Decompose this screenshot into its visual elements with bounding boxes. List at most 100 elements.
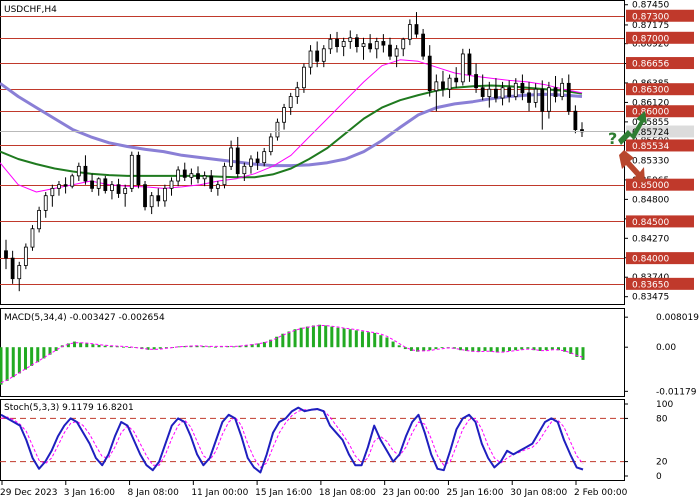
level-label: 0.85000 [632, 181, 669, 191]
candle-body[interactable] [50, 187, 55, 197]
candle-body[interactable] [136, 154, 141, 186]
candle-body[interactable] [103, 178, 108, 191]
candle-body[interactable] [70, 175, 75, 187]
candle-body[interactable] [553, 87, 558, 97]
candle-body[interactable] [533, 88, 538, 103]
price-tick-label: 0.84800 [632, 195, 669, 205]
price-tick-label: 0.83475 [632, 293, 669, 303]
candle-body[interactable] [229, 147, 234, 167]
candle-body[interactable] [176, 169, 181, 182]
candle-body[interactable] [288, 96, 293, 108]
candle-body[interactable] [321, 48, 326, 62]
candle-body[interactable] [249, 158, 253, 167]
candle-body[interactable] [474, 74, 478, 89]
candle-body[interactable] [427, 55, 432, 92]
candle-body[interactable] [182, 169, 187, 178]
candle-body[interactable] [560, 82, 565, 97]
candle-body[interactable] [401, 38, 406, 50]
candle-body[interactable] [215, 184, 220, 189]
candle-body[interactable] [308, 50, 313, 68]
candle-body[interactable] [110, 184, 114, 191]
price-axis: 0.874500.871750.869200.866500.863850.861… [624, 1, 694, 303]
candle-body[interactable] [328, 38, 333, 50]
candle-body[interactable] [83, 165, 88, 182]
candle-body[interactable] [63, 184, 68, 187]
candle-body[interactable] [447, 77, 452, 90]
time-tick-label: 15 Jan 16:00 [255, 488, 312, 498]
candle-body[interactable] [335, 38, 339, 48]
candle-body[interactable] [494, 88, 498, 99]
candle-body[interactable] [90, 180, 94, 189]
candle-body[interactable] [222, 165, 227, 186]
candle-body[interactable] [255, 158, 260, 164]
candle-body[interactable] [388, 44, 392, 57]
candle-body[interactable] [573, 110, 578, 130]
candle-body[interactable] [23, 246, 28, 266]
macd-bar [348, 329, 352, 348]
candle-body[interactable] [275, 121, 280, 138]
candle-body[interactable] [407, 24, 412, 40]
candle-body[interactable] [202, 175, 207, 180]
macd-bar [428, 347, 432, 351]
candle-body[interactable] [209, 175, 214, 189]
candle-body[interactable] [368, 43, 373, 50]
candle-body[interactable] [242, 165, 247, 175]
candle-body[interactable] [460, 53, 465, 83]
candle-body[interactable] [162, 187, 167, 202]
candle-body[interactable] [454, 77, 459, 83]
candle-body[interactable] [374, 41, 379, 50]
candle-body[interactable] [10, 257, 15, 280]
price-tick-label: 0.87175 [632, 21, 669, 31]
candle-body[interactable] [189, 173, 194, 178]
candle-body[interactable] [480, 87, 485, 97]
candle-body[interactable] [341, 41, 346, 48]
candle-body[interactable] [513, 82, 518, 97]
candle-body[interactable] [361, 43, 366, 48]
candle-body[interactable] [268, 136, 273, 153]
candle-body[interactable] [156, 195, 161, 202]
macd-bar [544, 347, 548, 351]
candle-body[interactable] [196, 173, 200, 180]
candle-body[interactable] [116, 184, 121, 194]
candle-body[interactable] [315, 50, 320, 62]
candle-body[interactable] [414, 24, 419, 35]
candle-body[interactable] [262, 151, 267, 164]
candle-body[interactable] [282, 107, 286, 123]
candle-body[interactable] [37, 209, 42, 230]
level-label: 0.86656 [632, 60, 669, 70]
candle-body[interactable] [149, 195, 154, 208]
candle-body[interactable] [520, 82, 525, 94]
candle-body[interactable] [143, 184, 147, 208]
candle-body[interactable] [441, 81, 445, 90]
candle-body[interactable] [500, 87, 505, 99]
candle-body[interactable] [17, 265, 22, 280]
candle-body[interactable] [540, 88, 545, 112]
candle-body[interactable] [546, 87, 551, 112]
macd-bar [85, 343, 89, 348]
candle-body[interactable] [76, 165, 81, 177]
candle-body[interactable] [348, 37, 353, 42]
candle-body[interactable] [302, 66, 306, 89]
candle-body[interactable] [295, 87, 300, 97]
candle-body[interactable] [129, 154, 134, 189]
candle-body[interactable] [57, 184, 61, 189]
candle-body[interactable] [43, 195, 48, 211]
candle-body[interactable] [434, 81, 439, 92]
candle-body[interactable] [527, 92, 531, 103]
candle-body[interactable] [421, 33, 426, 57]
candle-body[interactable] [566, 82, 571, 112]
candle-body[interactable] [123, 187, 128, 194]
candle-body[interactable] [96, 178, 101, 189]
candle-body[interactable] [354, 37, 359, 48]
candle-body[interactable] [507, 87, 512, 97]
trading-chart: USDCHF,H4 0.874500.871750.869200.866500.… [0, 0, 699, 498]
candle-body[interactable] [467, 53, 472, 75]
candle-body[interactable] [381, 41, 386, 46]
candle-body[interactable] [235, 147, 240, 175]
candle-body[interactable] [394, 48, 399, 57]
candle-body[interactable] [4, 250, 8, 259]
candle-body[interactable] [169, 180, 174, 189]
candle-body[interactable] [487, 88, 492, 97]
macd-tick-label: -0.01179 [656, 387, 697, 397]
candle-body[interactable] [30, 228, 35, 248]
